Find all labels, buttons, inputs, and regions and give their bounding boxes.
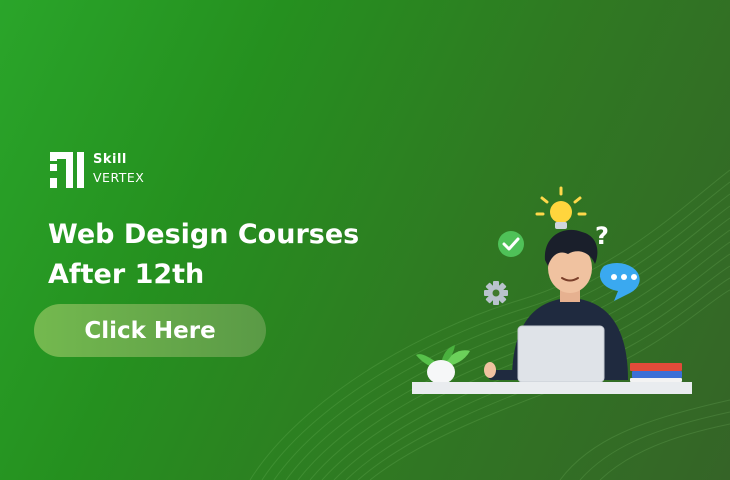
brand-name-skill: Skill	[93, 152, 127, 167]
laptop-icon	[517, 325, 605, 383]
page-title: Web Design Courses After 12th	[48, 215, 408, 295]
brand-logo: Skill VERTEX	[48, 150, 168, 192]
title-line-1: Web Design Courses	[48, 219, 360, 250]
lightbulb-icon	[535, 186, 587, 229]
student-laptop-illustration: ?	[412, 186, 692, 394]
title-line-2: After 12th	[48, 259, 205, 290]
plant-pot-icon	[416, 345, 470, 384]
click-here-button[interactable]: Click Here	[34, 304, 266, 357]
question-icon: ?	[595, 222, 609, 250]
brand-name-vertex: VERTEX	[93, 170, 145, 185]
desk-surface	[412, 382, 692, 394]
books-stack-icon	[630, 363, 682, 382]
banner: Skill VERTEX Web Design Courses After 12…	[0, 0, 730, 480]
check-icon	[498, 231, 524, 257]
gear-icon	[484, 281, 508, 305]
chat-bubble-icon	[599, 263, 640, 301]
skillvertex-logo-icon	[50, 152, 84, 188]
